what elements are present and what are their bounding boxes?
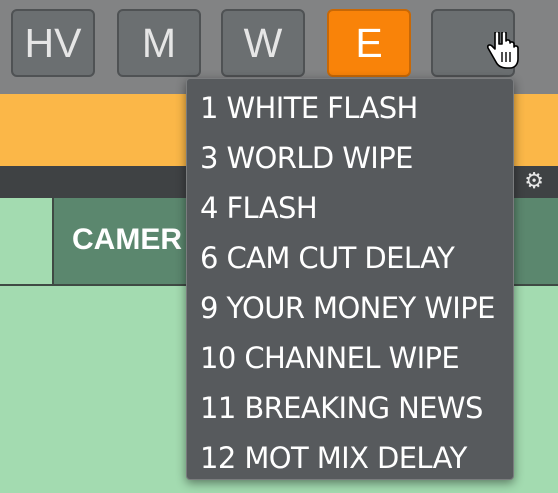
dropdown-item[interactable]: 11 BREAKING NEWS <box>187 383 513 433</box>
dropdown-item[interactable]: 9 YOUR MONEY WIPE <box>187 283 513 333</box>
w-button[interactable]: W <box>221 9 305 77</box>
dropdown-menu: 1 WHITE FLASH 3 WORLD WIPE 4 FLASH 6 CAM… <box>186 78 514 480</box>
dropdown-item[interactable]: 6 CAM CUT DELAY <box>187 233 513 283</box>
dropdown-item[interactable]: 4 FLASH <box>187 183 513 233</box>
grid-cell-empty[interactable] <box>0 198 54 286</box>
hv-button[interactable]: HV <box>11 9 95 77</box>
dropdown-item[interactable]: 12 MOT MIX DELAY <box>187 433 513 483</box>
dropdown-item[interactable]: 10 CHANNEL WIPE <box>187 333 513 383</box>
dropdown-item[interactable]: 3 WORLD WIPE <box>187 133 513 183</box>
m-button[interactable]: M <box>117 9 201 77</box>
hand-cursor-icon <box>487 32 519 69</box>
dropdown-item[interactable]: 1 WHITE FLASH <box>187 83 513 133</box>
e-button[interactable]: E <box>327 9 411 77</box>
camera-cell-label: CAMER <box>72 223 182 256</box>
gear-icon[interactable]: ⚙ <box>524 170 544 194</box>
